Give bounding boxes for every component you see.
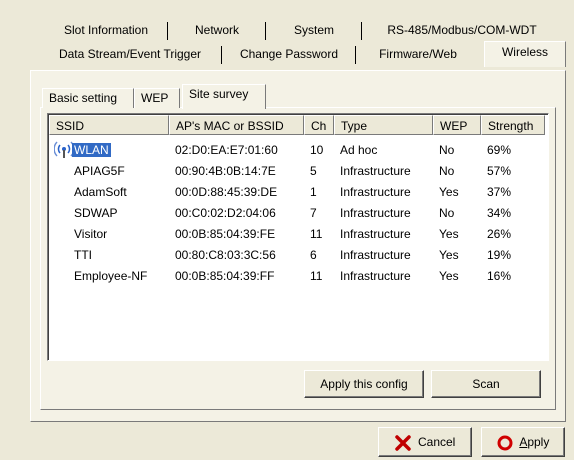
ssid-cell: TTI <box>74 248 92 262</box>
column-header-mac[interactable]: AP's MAC or BSSID <box>169 115 304 135</box>
channel-cell: 11 <box>310 227 323 241</box>
channel-cell: 1 <box>310 185 317 199</box>
wireless-settings-dialog: Slot Information Network System RS-485/M… <box>0 0 574 460</box>
tab-row-1: Slot Information Network System RS-485/M… <box>44 20 564 42</box>
button-label: Scan <box>472 377 500 391</box>
column-label: WEP <box>440 119 468 133</box>
wep-cell: No <box>439 164 455 178</box>
tab-row-2: Data Stream/Event Trigger Change Passwor… <box>38 41 568 67</box>
apply-this-config-button[interactable]: Apply this config <box>304 370 424 398</box>
mac-cell: 00:0B:85:04:39:FE <box>175 227 276 241</box>
tab-change-password[interactable]: Change Password <box>222 44 356 66</box>
strength-cell: 26% <box>487 227 512 241</box>
button-label: Apply <box>519 435 550 450</box>
table-row[interactable]: APIAG5F 00:90:4B:0B:14:7E 5 Infrastructu… <box>49 161 548 182</box>
column-label: SSID <box>56 119 85 133</box>
wireless-signal-icon <box>54 141 74 158</box>
type-cell: Infrastructure <box>340 269 411 283</box>
tab-label: Firmware/Web <box>379 47 457 61</box>
cancel-button[interactable]: Cancel <box>378 427 472 457</box>
ssid-cell: SDWAP <box>74 206 118 220</box>
column-label: Strength <box>488 119 534 133</box>
mac-cell: 00:C0:02:D2:04:06 <box>175 206 276 220</box>
strength-cell: 57% <box>487 164 512 178</box>
type-cell: Infrastructure <box>340 164 411 178</box>
ssid-cell: Employee-NF <box>74 269 148 283</box>
wep-cell: Yes <box>439 227 459 241</box>
table-row[interactable]: SDWAP 00:C0:02:D2:04:06 7 Infrastructure… <box>49 203 548 224</box>
tab-rs485-modbus-com-wdt[interactable]: RS-485/Modbus/COM-WDT <box>362 20 562 42</box>
red-circle-icon <box>497 435 513 451</box>
tab-label: Network <box>194 23 239 37</box>
tab-firmware-web[interactable]: Firmware/Web <box>356 44 480 66</box>
button-label: Cancel <box>417 435 456 450</box>
tab-label: Site survey <box>189 87 249 101</box>
tab-network[interactable]: Network <box>168 20 266 42</box>
column-label: Type <box>341 119 368 133</box>
strength-cell: 34% <box>487 206 512 220</box>
type-cell: Infrastructure <box>340 206 411 220</box>
table-row[interactable]: Employee-NF 00:0B:85:04:39:FF 11 Infrast… <box>49 266 548 287</box>
tab-wireless[interactable]: Wireless <box>484 41 566 67</box>
scan-button[interactable]: Scan <box>431 370 541 398</box>
mac-cell: 00:0B:85:04:39:FF <box>175 269 275 283</box>
mac-cell: 00:0D:88:45:39:DE <box>175 185 278 199</box>
button-label: Apply this config <box>320 377 408 391</box>
tab-label: Change Password <box>239 47 339 61</box>
column-label: AP's MAC or BSSID <box>176 119 284 133</box>
tab-label: Data Stream/Event Trigger <box>58 47 202 61</box>
ssid-cell: AdamSoft <box>74 185 127 199</box>
tab-site-survey[interactable]: Site survey <box>182 84 266 109</box>
strength-cell: 16% <box>487 269 512 283</box>
table-row[interactable]: AdamSoft 00:0D:88:45:39:DE 1 Infrastruct… <box>49 182 548 203</box>
tab-wep[interactable]: WEP <box>134 88 180 108</box>
tab-basic-setting[interactable]: Basic setting <box>42 88 134 108</box>
mac-cell: 00:80:C8:03:3C:56 <box>175 248 276 262</box>
column-header-ssid[interactable]: SSID <box>49 115 169 135</box>
tab-label: System <box>293 23 334 37</box>
ssid-cell: Visitor <box>74 227 108 241</box>
wep-cell: No <box>439 206 455 220</box>
tab-slot-information[interactable]: Slot Information <box>44 20 168 42</box>
tab-label: WEP <box>141 91 169 105</box>
tab-data-stream-event-trigger[interactable]: Data Stream/Event Trigger <box>38 44 222 66</box>
strength-cell: 19% <box>487 248 512 262</box>
table-row[interactable]: Visitor 00:0B:85:04:39:FE 11 Infrastruct… <box>49 224 548 245</box>
strength-cell: 37% <box>487 185 512 199</box>
column-header-channel[interactable]: Ch <box>304 115 334 135</box>
tab-label: Basic setting <box>49 91 118 105</box>
mac-cell: 02:D0:EA:E7:01:60 <box>175 143 278 157</box>
type-cell: Ad hoc <box>340 143 378 157</box>
tab-label: Wireless <box>501 45 548 59</box>
column-label: Ch <box>311 119 327 133</box>
table-row[interactable]: TTI 00:80:C8:03:3C:56 6 Infrastructure Y… <box>49 245 548 266</box>
site-survey-list[interactable]: SSID AP's MAC or BSSID Ch Type WEP Stren… <box>47 113 549 361</box>
red-x-icon <box>394 435 411 451</box>
channel-cell: 11 <box>310 269 323 283</box>
type-cell: Infrastructure <box>340 227 411 241</box>
tab-system[interactable]: System <box>266 20 362 42</box>
tab-label: RS-485/Modbus/COM-WDT <box>387 23 537 37</box>
column-header-strength[interactable]: Strength <box>481 115 545 135</box>
ssid-cell: APIAG5F <box>74 164 125 178</box>
type-cell: Infrastructure <box>340 248 411 262</box>
type-cell: Infrastructure <box>340 185 411 199</box>
channel-cell: 10 <box>310 143 324 157</box>
column-header-type[interactable]: Type <box>334 115 433 135</box>
tab-label: Slot Information <box>63 23 149 37</box>
wep-cell: Yes <box>439 248 459 262</box>
channel-cell: 7 <box>310 206 317 220</box>
wep-cell: No <box>439 143 455 157</box>
list-header: SSID AP's MAC or BSSID Ch Type WEP Stren… <box>49 115 548 135</box>
channel-cell: 5 <box>310 164 317 178</box>
table-row[interactable]: WLAN 02:D0:EA:E7:01:60 10 Ad hoc No 69% <box>49 140 548 161</box>
apply-button[interactable]: Apply <box>481 427 565 457</box>
strength-cell: 69% <box>487 143 512 157</box>
wep-cell: Yes <box>439 269 459 283</box>
column-header-wep[interactable]: WEP <box>433 115 481 135</box>
mac-cell: 00:90:4B:0B:14:7E <box>175 164 276 178</box>
wep-cell: Yes <box>439 185 459 199</box>
ssid-cell: WLAN <box>72 143 111 157</box>
channel-cell: 6 <box>310 248 317 262</box>
